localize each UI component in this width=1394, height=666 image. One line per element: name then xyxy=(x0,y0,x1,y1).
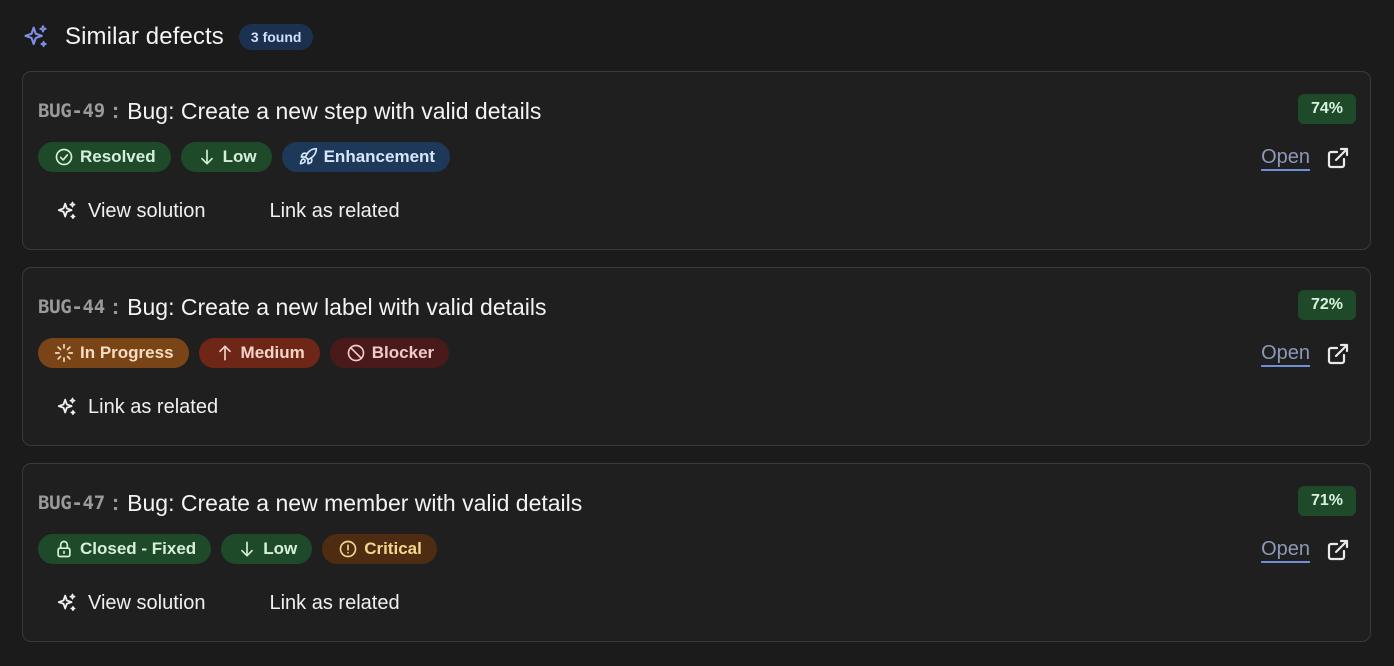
link-as-related-label: Link as related xyxy=(88,395,219,418)
lock-icon xyxy=(57,540,71,558)
priority-tag-label: Medium xyxy=(240,343,305,362)
key-separator: : xyxy=(111,98,120,123)
priority-tag: Low xyxy=(221,534,313,564)
arrow-down-icon xyxy=(241,541,254,557)
open-link[interactable]: Open xyxy=(1261,538,1310,561)
ban-icon xyxy=(347,344,365,362)
arrow-up-icon xyxy=(218,345,231,361)
panel-header: Similar defects 3 found xyxy=(22,20,314,54)
defect-actions: View solution Link as related xyxy=(56,588,400,618)
check-circle-icon xyxy=(55,148,73,166)
priority-tag-label: Low xyxy=(222,147,257,166)
panel-title: Similar defects xyxy=(65,23,224,50)
open-link[interactable]: Open xyxy=(1261,146,1310,169)
key-separator: : xyxy=(111,490,120,515)
sparkles-icon xyxy=(57,397,76,416)
defect-key: BUG-44 xyxy=(38,296,105,318)
link-as-related-button[interactable]: Link as related xyxy=(269,588,399,618)
view-solution-label: View solution xyxy=(88,591,206,614)
status-tag: Resolved xyxy=(38,142,171,172)
loader-icon xyxy=(54,343,74,363)
alert-circle-icon xyxy=(339,540,357,558)
defect-key: BUG-47 xyxy=(38,492,105,514)
view-solution-button[interactable]: View solution xyxy=(56,196,205,226)
severity-tag: Critical xyxy=(322,534,437,564)
defect-title: Bug: Create a new member with valid deta… xyxy=(127,489,583,516)
arrow-down-icon xyxy=(200,149,213,165)
sparkles-icon xyxy=(24,25,47,48)
sparkles-icon xyxy=(57,593,76,612)
view-solution-label: View solution xyxy=(88,199,206,222)
found-count-badge: 3 found xyxy=(238,24,314,50)
defect-title-row: BUG-47 : Bug: Create a new member with v… xyxy=(38,488,582,518)
defect-title-row: BUG-44 : Bug: Create a new label with va… xyxy=(38,292,547,322)
defect-card: BUG-47 : Bug: Create a new member with v… xyxy=(22,463,1371,642)
defect-actions: View solution Link as related xyxy=(56,196,400,226)
defect-card: BUG-44 : Bug: Create a new label with va… xyxy=(22,267,1371,446)
severity-tag: Blocker xyxy=(329,338,450,368)
severity-tag-label: Blocker xyxy=(371,343,435,362)
external-link-icon[interactable] xyxy=(1326,538,1350,562)
key-separator: : xyxy=(111,294,120,319)
link-as-related-button[interactable]: Link as related xyxy=(56,392,218,422)
similar-defects-panel: Similar defects 3 found BUG-49 : Bug: Cr… xyxy=(0,0,1394,666)
similarity-score-badge: 72% xyxy=(1297,290,1356,320)
defect-tags: Closed - Fixed Low Critical xyxy=(38,534,437,564)
open-link[interactable]: Open xyxy=(1261,342,1310,365)
view-solution-button[interactable]: View solution xyxy=(56,588,205,618)
external-link-icon[interactable] xyxy=(1326,146,1350,170)
defect-title-row: BUG-49 : Bug: Create a new step with val… xyxy=(38,96,541,126)
severity-tag-label: Critical xyxy=(364,539,422,558)
defect-key: BUG-49 xyxy=(38,100,105,122)
status-tag-label: In Progress xyxy=(80,343,174,362)
defect-tags: In Progress Medium Blocker xyxy=(38,338,450,368)
status-tag: In Progress xyxy=(38,338,189,368)
type-tag: Enhancement xyxy=(281,142,451,172)
defect-card: BUG-49 : Bug: Create a new step with val… xyxy=(22,71,1371,250)
defect-title: Bug: Create a new step with valid detail… xyxy=(127,97,542,124)
rocket-icon xyxy=(299,147,317,165)
priority-tag: Medium xyxy=(198,338,320,368)
similarity-score-badge: 71% xyxy=(1297,486,1356,516)
status-tag-label: Resolved xyxy=(80,147,156,166)
defect-title: Bug: Create a new label with valid detai… xyxy=(127,293,547,320)
sparkles-icon xyxy=(57,201,76,220)
external-link-icon[interactable] xyxy=(1326,342,1350,366)
status-tag: Closed - Fixed xyxy=(38,534,212,564)
priority-tag: Low xyxy=(180,142,272,172)
defect-actions: Link as related xyxy=(56,392,218,422)
similarity-score-badge: 74% xyxy=(1297,94,1356,124)
link-as-related-button[interactable]: Link as related xyxy=(269,196,399,226)
type-tag-label: Enhancement xyxy=(323,147,436,166)
status-tag-label: Closed - Fixed xyxy=(80,539,197,558)
priority-tag-label: Low xyxy=(263,539,298,558)
defect-tags: Resolved Low Enhancement xyxy=(38,142,451,172)
